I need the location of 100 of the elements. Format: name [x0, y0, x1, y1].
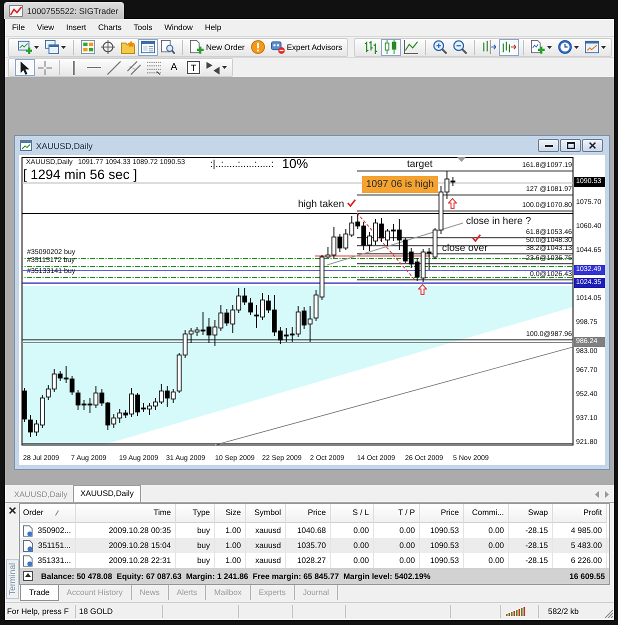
- document-icon: [23, 540, 33, 552]
- percent-text: 10%: [282, 157, 308, 171]
- menu-item[interactable]: Tools: [128, 21, 158, 34]
- target-icon: [101, 40, 115, 54]
- terminal-tab[interactable]: Trade: [20, 585, 59, 601]
- table-cell-text: 350902...: [38, 525, 71, 537]
- chart-note: close over: [442, 243, 488, 254]
- signal-bars-icon: [506, 606, 526, 616]
- indicator-icon: [531, 40, 546, 54]
- arrow-box-icon[interactable]: [23, 571, 33, 581]
- column-header[interactable]: S / L: [331, 504, 374, 523]
- column-header[interactable]: Time: [76, 504, 176, 523]
- trend-line-icon: [107, 60, 121, 74]
- crosshair-button[interactable]: [35, 59, 55, 76]
- menu-item[interactable]: File: [6, 21, 31, 34]
- column-header[interactable]: Profit: [553, 504, 607, 523]
- horizontal-line-icon: [87, 66, 101, 68]
- table-cell: 0.00: [464, 538, 509, 553]
- profiles-button[interactable]: [42, 38, 69, 56]
- zoom-out-icon: [453, 40, 468, 54]
- table-cell: 5 483.00: [553, 538, 607, 553]
- trend-line-button[interactable]: [104, 59, 124, 76]
- column-header[interactable]: Swap: [509, 504, 553, 523]
- account-summary: Balance: 50 478.08 Equity: 67 087.63 Margin: 1 241.86 Free margin: 65 845.77 Margin level: 5402.19%: [41, 572, 431, 580]
- auto-scroll-button[interactable]: [499, 38, 520, 56]
- market-watch-button[interactable]: [78, 38, 98, 56]
- window-tab[interactable]: 1000755522: SIGTrader: [4, 2, 124, 19]
- crosshair-icon: [38, 60, 52, 74]
- fibonacci-button[interactable]: [144, 59, 164, 76]
- robot-icon: [270, 40, 285, 54]
- window-icon: [20, 140, 32, 151]
- table-cell: 0.00: [331, 538, 374, 553]
- column-header[interactable]: Size: [215, 504, 246, 523]
- menu-item[interactable]: Insert: [60, 21, 92, 34]
- column-header[interactable]: Commi...: [464, 504, 509, 523]
- terminal-button[interactable]: [138, 38, 158, 56]
- cursor-button[interactable]: [15, 59, 35, 76]
- minimize-button[interactable]: [538, 139, 559, 152]
- document-magnifier-icon: [161, 40, 175, 54]
- chart-note: target: [407, 159, 433, 170]
- data-window-button[interactable]: [98, 38, 118, 56]
- tester-button[interactable]: [158, 38, 178, 56]
- bar-chart-icon: [364, 40, 378, 54]
- clock-icon: [558, 40, 572, 54]
- expert-advisors-button[interactable]: Expert Advisors: [268, 38, 346, 56]
- channel-icon: [127, 60, 141, 74]
- table-cell: 0.00: [374, 538, 420, 553]
- fibonacci-lines-icon: [147, 60, 161, 74]
- panel-icon: [141, 40, 155, 54]
- navigator-button[interactable]: [118, 38, 138, 56]
- table-cell: 1.00: [215, 538, 246, 553]
- maximize-button[interactable]: [560, 139, 581, 152]
- column-header[interactable]: Order: [20, 504, 76, 523]
- column-header[interactable]: Price: [286, 504, 331, 523]
- menu-item[interactable]: Help: [198, 21, 228, 34]
- column-header[interactable]: Type: [176, 504, 215, 523]
- chart-tab[interactable]: XAUUSD,Daily: [73, 485, 141, 502]
- chart-window-icon: [585, 40, 600, 54]
- column-header[interactable]: Price: [420, 504, 464, 523]
- status-text: 18 GOLD: [75, 604, 162, 618]
- quote-grid-icon: [81, 40, 95, 54]
- table-cell: 1090.53: [420, 538, 464, 553]
- text-tool-button[interactable]: A: [164, 59, 184, 76]
- status-text: For Help, press F: [6, 606, 70, 618]
- table-cell: -28.15: [509, 538, 553, 553]
- check-icon: [347, 199, 356, 207]
- meter-text: :|..:.....:.....:.....:: [210, 159, 274, 170]
- close-icon[interactable]: [8, 507, 16, 514]
- check-icon: [472, 234, 481, 242]
- arrows-icon: [206, 60, 220, 74]
- candlestick-button[interactable]: [381, 38, 402, 56]
- status-text: 582/2 kb: [538, 604, 604, 618]
- close-icon: [589, 142, 596, 149]
- total-profit: 16 609.55: [569, 572, 605, 580]
- resize-grip-icon[interactable]: [604, 609, 613, 618]
- table-cell: xauusd: [246, 538, 286, 553]
- table-row[interactable]: 351151... 2009.10.28 15:04 buy 1.00 xauusd 1035.70 0.00 0.00 1090.53 0.00 -28.15 5 483.00: [20, 538, 609, 553]
- zoom-in-icon: [433, 40, 448, 54]
- chart-window-title: XAUUSD,Daily: [36, 140, 93, 150]
- cursor-icon: [18, 60, 32, 74]
- document-icon: [23, 554, 33, 566]
- chart-shift-icon: [482, 40, 496, 54]
- menu-item[interactable]: View: [30, 21, 60, 34]
- table-cell: 1035.70: [286, 538, 331, 553]
- chart-line-icon: [9, 4, 23, 16]
- minimize-icon: [544, 144, 552, 146]
- menu-item[interactable]: Charts: [92, 21, 128, 34]
- triangle-marker-icon: [457, 157, 466, 162]
- chart-note: high taken: [298, 199, 344, 210]
- new-chart-button[interactable]: [15, 38, 42, 56]
- menu-item[interactable]: Window: [158, 21, 199, 34]
- new-order-button[interactable]: New Order: [187, 38, 248, 56]
- candlestick-icon: [384, 40, 398, 54]
- sort-icon: [55, 510, 60, 516]
- warning-icon: [250, 40, 265, 54]
- window-title: 1000755522: SIGTrader: [27, 6, 118, 16]
- text-label-button[interactable]: T: [187, 61, 200, 74]
- column-header[interactable]: T / P: [374, 504, 420, 523]
- close-button[interactable]: [582, 139, 603, 152]
- column-header[interactable]: Symbol: [246, 504, 286, 523]
